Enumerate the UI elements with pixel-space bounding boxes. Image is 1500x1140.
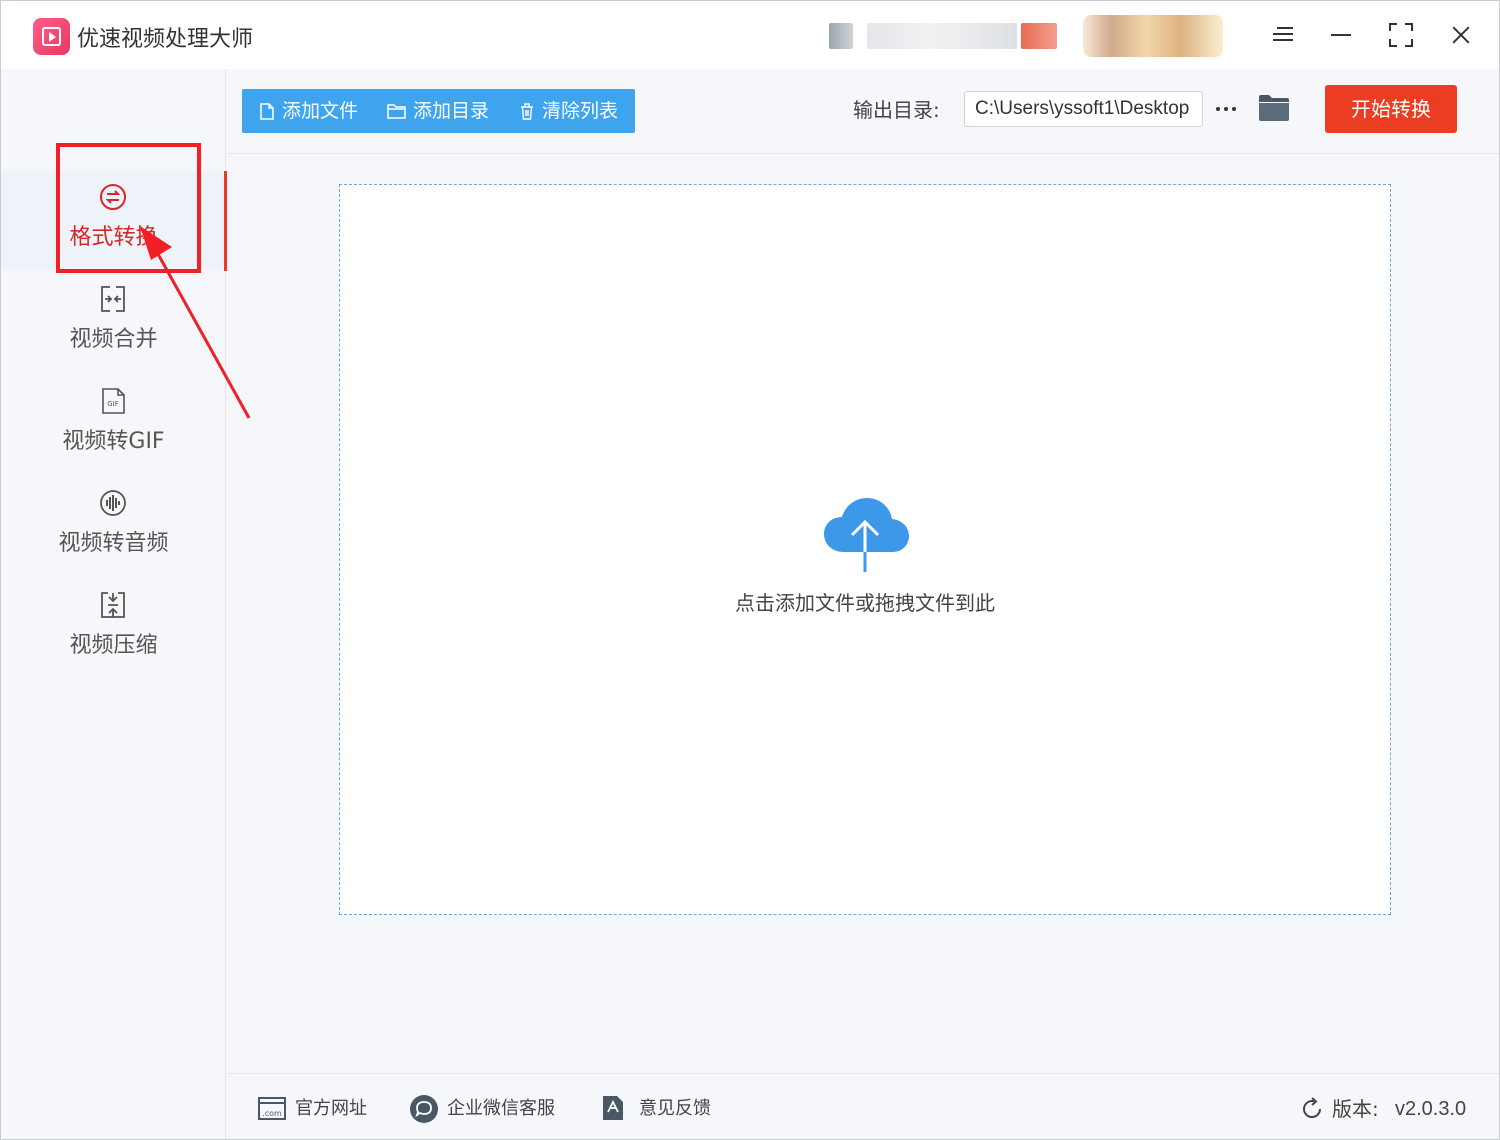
svg-text:.com: .com <box>262 1109 282 1118</box>
feedback-link[interactable]: 意见反馈 <box>601 1094 741 1124</box>
wechat-support-link[interactable]: 企业微信客服 <box>409 1094 579 1124</box>
format-convert-icon <box>100 184 126 210</box>
output-dir-field[interactable]: C:\Users\yssoft1\Desktop <box>964 91 1203 127</box>
file-drop-zone[interactable]: 点击添加文件或拖拽文件到此 <box>339 184 1391 915</box>
blurred-vip-banner[interactable] <box>1083 15 1223 57</box>
sidebar-item-label: 视频转GIF <box>62 429 165 454</box>
add-file-button[interactable]: 添加文件 <box>260 89 370 133</box>
wechat-support-label: 企业微信客服 <box>447 1098 555 1119</box>
video-merge-icon <box>101 286 125 312</box>
gif-icon: GIF <box>102 388 125 414</box>
blurred-user-avatar <box>829 23 853 49</box>
audio-icon <box>100 490 126 516</box>
file-toolbar: 添加文件 添加目录 清除列表 <box>242 89 635 133</box>
drop-hint-text: 点击添加文件或拖拽文件到此 <box>735 591 995 615</box>
sidebar-item-label: 视频合并 <box>69 327 158 352</box>
cloud-upload-icon <box>824 498 909 572</box>
version-info: 版本: v2.0.3.0 <box>1300 1094 1500 1124</box>
website-icon: .com <box>258 1097 286 1120</box>
sidebar-item-video-to-audio[interactable]: 视频转音频 <box>1 477 226 577</box>
version-value: v2.0.3.0 <box>1395 1098 1467 1120</box>
add-file-label: 添加文件 <box>282 100 359 122</box>
sidebar-item-video-compress[interactable]: 视频压缩 <box>1 579 226 679</box>
official-website-link[interactable]: .com 官方网址 <box>257 1094 397 1124</box>
more-options-icon[interactable] <box>1214 97 1240 121</box>
sidebar-item-format-convert[interactable]: 格式转换 <box>1 171 227 271</box>
app-logo-icon <box>33 18 70 55</box>
header-divider <box>227 153 1499 154</box>
title-bar: 优速视频处理大师 <box>1 1 1499 69</box>
sidebar-item-label: 视频压缩 <box>69 633 158 658</box>
version-label: 版本: <box>1332 1097 1379 1121</box>
add-folder-button[interactable]: 添加目录 <box>387 89 497 133</box>
blurred-user-badge <box>1021 23 1057 49</box>
menu-icon[interactable] <box>1261 17 1301 53</box>
clear-list-button[interactable]: 清除列表 <box>520 89 630 133</box>
sidebar: 格式转换 视频合并 GIF 视频转GIF 视频转音频 视频压缩 <box>1 69 227 1139</box>
start-convert-button[interactable]: 开始转换 <box>1325 85 1457 133</box>
open-folder-icon[interactable] <box>1258 94 1290 122</box>
feedback-label: 意见反馈 <box>639 1098 711 1119</box>
official-website-label: 官方网址 <box>295 1098 367 1119</box>
add-folder-label: 添加目录 <box>413 100 490 122</box>
clear-list-label: 清除列表 <box>542 100 619 122</box>
app-title: 优速视频处理大师 <box>77 27 254 52</box>
wechat-icon <box>410 1095 438 1123</box>
file-icon <box>260 103 274 120</box>
compress-icon <box>101 592 125 618</box>
feedback-icon <box>603 1096 623 1120</box>
output-dir-label: 输出目录: <box>853 98 940 122</box>
refresh-icon[interactable] <box>1300 1097 1324 1121</box>
footer: .com 官方网址 企业微信客服 意见反馈 版本: v2.0.3.0 <box>227 1073 1499 1139</box>
app-window: 优速视频处理大师 格式转换 视频合并 GIF 视频转GIF 视频转音频 视频压缩… <box>0 0 1500 1140</box>
trash-icon <box>521 103 533 120</box>
close-icon[interactable] <box>1441 17 1481 53</box>
blurred-user-name <box>867 23 1017 49</box>
svg-text:GIF: GIF <box>107 400 119 408</box>
minimize-icon[interactable] <box>1321 17 1361 53</box>
folder-outline-icon <box>387 104 406 119</box>
sidebar-item-label: 格式转换 <box>69 225 158 250</box>
sidebar-item-video-merge[interactable]: 视频合并 <box>1 273 226 373</box>
sidebar-item-video-to-gif[interactable]: GIF 视频转GIF <box>1 375 226 475</box>
maximize-icon[interactable] <box>1381 17 1421 53</box>
sidebar-item-label: 视频转音频 <box>58 531 169 556</box>
